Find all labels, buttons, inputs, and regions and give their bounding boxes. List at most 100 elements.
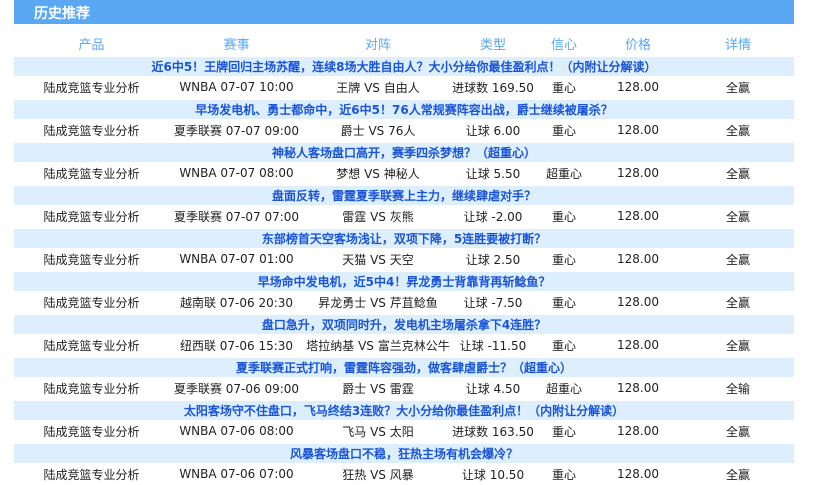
recommendation-title-row[interactable]: 盘面反转，雷霆夏季联赛上主力，继续肆虐对手？ <box>14 184 794 205</box>
recommendation-title-row[interactable]: 风暴客场盘口不稳，狂热主场有机会爆冷？ <box>14 442 794 463</box>
row-price: 128.00 <box>594 377 682 400</box>
row-product: 陆成竞篮专业分析 <box>14 420 169 443</box>
row-type: 让球 -11.50 <box>452 334 534 357</box>
table-row: 陆成竞篮专业分析 WNBA 07-06 08:00 飞马 VS 太阳 进球数 163.… <box>14 420 794 443</box>
row-versus: 昇龙勇士 VS 芹苴鲶鱼 <box>304 291 452 314</box>
column-header-type: 类型 <box>479 38 506 53</box>
recommendation-title-row[interactable]: 盘口急升，双项同时升，发电机主场屠杀拿下4连胜？ <box>14 313 794 334</box>
row-versus: 梦想 VS 神秘人 <box>304 162 452 185</box>
table-row: 陆成竞篮专业分析 纽西联 07-06 15:30 塔拉纳基 VS 富兰克林公牛 让球 … <box>14 334 794 357</box>
row-match: 纽西联 07-06 15:30 <box>169 334 304 357</box>
row-versus: 狂热 VS 风暴 <box>304 463 452 485</box>
recommendation-title-link[interactable]: 东部榜首天空客场浅让，双项下降，5连胜要被打断？ <box>14 227 794 248</box>
row-product: 陆成竞篮专业分析 <box>14 119 169 142</box>
recommendation-title-link[interactable]: 早场命中发电机，近5中4！昇龙勇士背靠背再斩鲶鱼？ <box>14 270 794 291</box>
row-detail: 全赢 <box>682 291 794 314</box>
row-confidence: 重心 <box>534 248 594 271</box>
recommendation-title-row[interactable]: 近6中5！王牌回归主场苏醒，连续8场大胜自由人？大小分给你最佳盈利点！（内附让分… <box>14 55 794 76</box>
recommendation-title-link[interactable]: 早场发电机、勇士都命中，近6中5！76人常规赛阵容出战，爵士继续被屠杀？ <box>14 98 794 119</box>
row-detail: 全赢 <box>682 76 794 99</box>
column-header-versus: 对阵 <box>364 38 391 53</box>
recommendations-table: 产品 赛事 对阵 类型 信心 价格 详情 近6中5！王牌回归主场苏醒，连续8场大… <box>14 32 794 485</box>
table-row: 陆成竞篮专业分析 WNBA 07-07 10:00 王牌 VS 自由人 进球数 169… <box>14 76 794 99</box>
table-row: 陆成竞篮专业分析 夏季联赛 07-06 09:00 爵士 VS 雷霆 让球 4.50 超… <box>14 377 794 400</box>
row-price: 128.00 <box>594 119 682 142</box>
table-row: 陆成竞篮专业分析 夏季联赛 07-07 07:00 雷霆 VS 灰熊 让球 -2.00… <box>14 205 794 228</box>
row-price: 128.00 <box>594 420 682 443</box>
recommendation-title-row[interactable]: 东部榜首天空客场浅让，双项下降，5连胜要被打断？ <box>14 227 794 248</box>
recommendation-title-link[interactable]: 盘面反转，雷霆夏季联赛上主力，继续肆虐对手？ <box>14 184 794 205</box>
row-type: 进球数 163.50 <box>452 420 534 443</box>
row-confidence: 超重心 <box>534 162 594 185</box>
row-match: 夏季联赛 07-06 09:00 <box>169 377 304 400</box>
row-price: 128.00 <box>594 291 682 314</box>
recommendation-title-link[interactable]: 夏季联赛正式打响，雷霆阵容强劲，做客肆虐爵士？（超重心） <box>14 356 794 377</box>
row-price: 128.00 <box>594 248 682 271</box>
row-match: WNBA 07-06 08:00 <box>169 420 304 443</box>
recommendation-title-link[interactable]: 近6中5！王牌回归主场苏醒，连续8场大胜自由人？大小分给你最佳盈利点！（内附让分… <box>14 55 794 76</box>
table-header-row: 产品 赛事 对阵 类型 信心 价格 详情 <box>14 32 794 56</box>
row-confidence: 重心 <box>534 420 594 443</box>
row-product: 陆成竞篮专业分析 <box>14 291 169 314</box>
row-match: 越南联 07-06 20:30 <box>169 291 304 314</box>
row-type: 让球 10.50 <box>452 463 534 485</box>
recommendation-title-link[interactable]: 风暴客场盘口不稳，狂热主场有机会爆冷？ <box>14 442 794 463</box>
row-product: 陆成竞篮专业分析 <box>14 162 169 185</box>
recommendation-title-row[interactable]: 神秘人客场盘口高开，赛季四杀梦想？（超重心） <box>14 141 794 162</box>
row-detail: 全赢 <box>682 334 794 357</box>
row-confidence: 超重心 <box>534 377 594 400</box>
row-versus: 王牌 VS 自由人 <box>304 76 452 99</box>
recommendation-title-row[interactable]: 早场发电机、勇士都命中，近6中5！76人常规赛阵容出战，爵士继续被屠杀？ <box>14 98 794 119</box>
table-row: 陆成竞篮专业分析 夏季联赛 07-07 09:00 爵士 VS 76人 让球 6.00… <box>14 119 794 142</box>
section-header: 历史推荐 <box>14 0 794 24</box>
row-type: 进球数 169.50 <box>452 76 534 99</box>
row-type: 让球 6.00 <box>452 119 534 142</box>
column-header-product: 产品 <box>78 38 105 53</box>
row-price: 128.00 <box>594 76 682 99</box>
row-type: 让球 -2.00 <box>452 205 534 228</box>
recommendation-title-row[interactable]: 早场命中发电机，近5中4！昇龙勇士背靠背再斩鲶鱼？ <box>14 270 794 291</box>
row-versus: 塔拉纳基 VS 富兰克林公牛 <box>304 334 452 357</box>
table-body: 近6中5！王牌回归主场苏醒，连续8场大胜自由人？大小分给你最佳盈利点！（内附让分… <box>14 55 794 485</box>
row-match: WNBA 07-07 01:00 <box>169 248 304 271</box>
recommendation-title-link[interactable]: 盘口急升，双项同时升，发电机主场屠杀拿下4连胜？ <box>14 313 794 334</box>
recommendation-title-link[interactable]: 神秘人客场盘口高开，赛季四杀梦想？（超重心） <box>14 141 794 162</box>
row-type: 让球 -7.50 <box>452 291 534 314</box>
row-match: WNBA 07-06 07:00 <box>169 463 304 485</box>
row-product: 陆成竞篮专业分析 <box>14 205 169 228</box>
row-product: 陆成竞篮专业分析 <box>14 377 169 400</box>
row-confidence: 重心 <box>534 334 594 357</box>
row-match: WNBA 07-07 10:00 <box>169 76 304 99</box>
section-title: 历史推荐 <box>34 6 90 22</box>
history-recommendations-panel: 历史推荐 产品 赛事 对阵 类型 信心 价格 详情 近6中5！王牌回归主场苏醒，… <box>0 0 815 485</box>
row-detail: 全赢 <box>682 420 794 443</box>
row-product: 陆成竞篮专业分析 <box>14 248 169 271</box>
row-versus: 飞马 VS 太阳 <box>304 420 452 443</box>
row-match: 夏季联赛 07-07 07:00 <box>169 205 304 228</box>
row-versus: 爵士 VS 雷霆 <box>304 377 452 400</box>
recommendation-title-row[interactable]: 太阳客场守不住盘口，飞马终结3连败？大小分给你最佳盈利点！（内附让分解读） <box>14 399 794 420</box>
row-confidence: 重心 <box>534 76 594 99</box>
row-confidence: 重心 <box>534 291 594 314</box>
row-product: 陆成竞篮专业分析 <box>14 76 169 99</box>
row-versus: 天猫 VS 天空 <box>304 248 452 271</box>
row-type: 让球 5.50 <box>452 162 534 185</box>
row-confidence: 重心 <box>534 119 594 142</box>
column-header-price: 价格 <box>624 38 651 53</box>
row-product: 陆成竞篮专业分析 <box>14 463 169 485</box>
row-price: 128.00 <box>594 463 682 485</box>
row-type: 让球 4.50 <box>452 377 534 400</box>
table-row: 陆成竞篮专业分析 WNBA 07-07 01:00 天猫 VS 天空 让球 2.50 重… <box>14 248 794 271</box>
column-header-detail: 详情 <box>724 38 751 53</box>
row-versus: 雷霆 VS 灰熊 <box>304 205 452 228</box>
row-detail: 全输 <box>682 377 794 400</box>
column-header-match: 赛事 <box>223 38 250 53</box>
row-detail: 全赢 <box>682 248 794 271</box>
row-detail: 全赢 <box>682 205 794 228</box>
recommendation-title-row[interactable]: 夏季联赛正式打响，雷霆阵容强劲，做客肆虐爵士？（超重心） <box>14 356 794 377</box>
row-match: 夏季联赛 07-07 09:00 <box>169 119 304 142</box>
recommendation-title-link[interactable]: 太阳客场守不住盘口，飞马终结3连败？大小分给你最佳盈利点！（内附让分解读） <box>14 399 794 420</box>
table-row: 陆成竞篮专业分析 WNBA 07-06 07:00 狂热 VS 风暴 让球 10.50… <box>14 463 794 485</box>
row-detail: 全赢 <box>682 463 794 485</box>
row-type: 让球 2.50 <box>452 248 534 271</box>
